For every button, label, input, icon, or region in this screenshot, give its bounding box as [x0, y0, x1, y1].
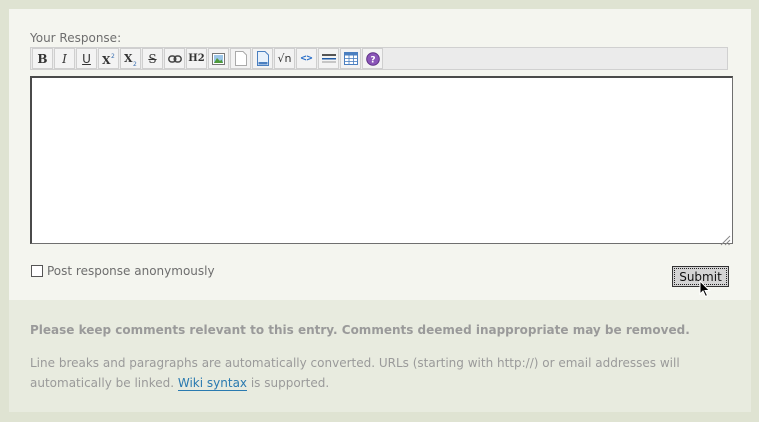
- code-icon: <>: [300, 53, 313, 64]
- underline-icon: U: [82, 51, 91, 66]
- svg-text:2: 2: [111, 53, 115, 60]
- formatting-info-text: Line breaks and paragraphs are automatic…: [30, 356, 680, 390]
- link-icon: [167, 54, 182, 64]
- subscript-button[interactable]: X 2: [120, 48, 141, 69]
- bold-icon: B: [37, 51, 48, 66]
- superscript-button[interactable]: X 2: [98, 48, 119, 69]
- svg-text:X: X: [124, 52, 133, 65]
- heading-button[interactable]: H2: [186, 48, 207, 69]
- mouse-cursor-icon: [699, 279, 711, 298]
- anonymous-label[interactable]: Post response anonymously: [47, 264, 215, 278]
- wiki-syntax-link[interactable]: Wiki syntax: [177, 376, 248, 391]
- horizontal-rule-button[interactable]: [318, 48, 339, 69]
- svg-text:X: X: [102, 54, 111, 66]
- response-textarea[interactable]: [30, 76, 733, 244]
- svg-text:2: 2: [133, 61, 137, 66]
- strikethrough-icon: S: [148, 51, 157, 66]
- editor-toolbar: B I U X 2 X 2 S H2 √n <> ?: [30, 47, 728, 70]
- horizontal-rule-icon: [321, 53, 336, 65]
- bold-button[interactable]: B: [32, 48, 53, 69]
- page-button[interactable]: [230, 48, 251, 69]
- document-icon: [256, 51, 269, 66]
- comment-guidelines: Please keep comments relevant to this en…: [9, 300, 751, 412]
- italic-icon: I: [62, 51, 67, 66]
- code-button[interactable]: <>: [296, 48, 317, 69]
- heading-icon: H2: [188, 53, 205, 64]
- subscript-icon: X 2: [123, 52, 139, 66]
- link-button[interactable]: [164, 48, 185, 69]
- svg-text:?: ?: [370, 55, 375, 65]
- table-icon: [343, 52, 358, 65]
- formatting-info: Line breaks and paragraphs are automatic…: [30, 353, 730, 393]
- page-icon: [234, 51, 247, 66]
- relevance-warning: Please keep comments relevant to this en…: [30, 323, 690, 337]
- strikethrough-button[interactable]: S: [142, 48, 163, 69]
- anonymous-option[interactable]: Post response anonymously: [30, 264, 215, 278]
- help-button[interactable]: ?: [362, 48, 383, 69]
- anonymous-checkbox[interactable]: [31, 265, 43, 277]
- square-root-icon: √n: [277, 52, 292, 65]
- help-icon: ?: [365, 51, 380, 66]
- comment-form-panel: Your Response: B I U X 2 X 2 S H2 √n <> …: [9, 9, 751, 412]
- formatting-info-suffix: is supported.: [247, 376, 330, 390]
- underline-button[interactable]: U: [76, 48, 97, 69]
- superscript-icon: X 2: [101, 52, 117, 66]
- image-icon: [212, 52, 225, 65]
- image-button[interactable]: [208, 48, 229, 69]
- math-button[interactable]: √n: [274, 48, 295, 69]
- response-label: Your Response:: [30, 31, 122, 45]
- resize-grip-icon[interactable]: [720, 231, 731, 246]
- table-button[interactable]: [340, 48, 361, 69]
- document-button[interactable]: [252, 48, 273, 69]
- italic-button[interactable]: I: [54, 48, 75, 69]
